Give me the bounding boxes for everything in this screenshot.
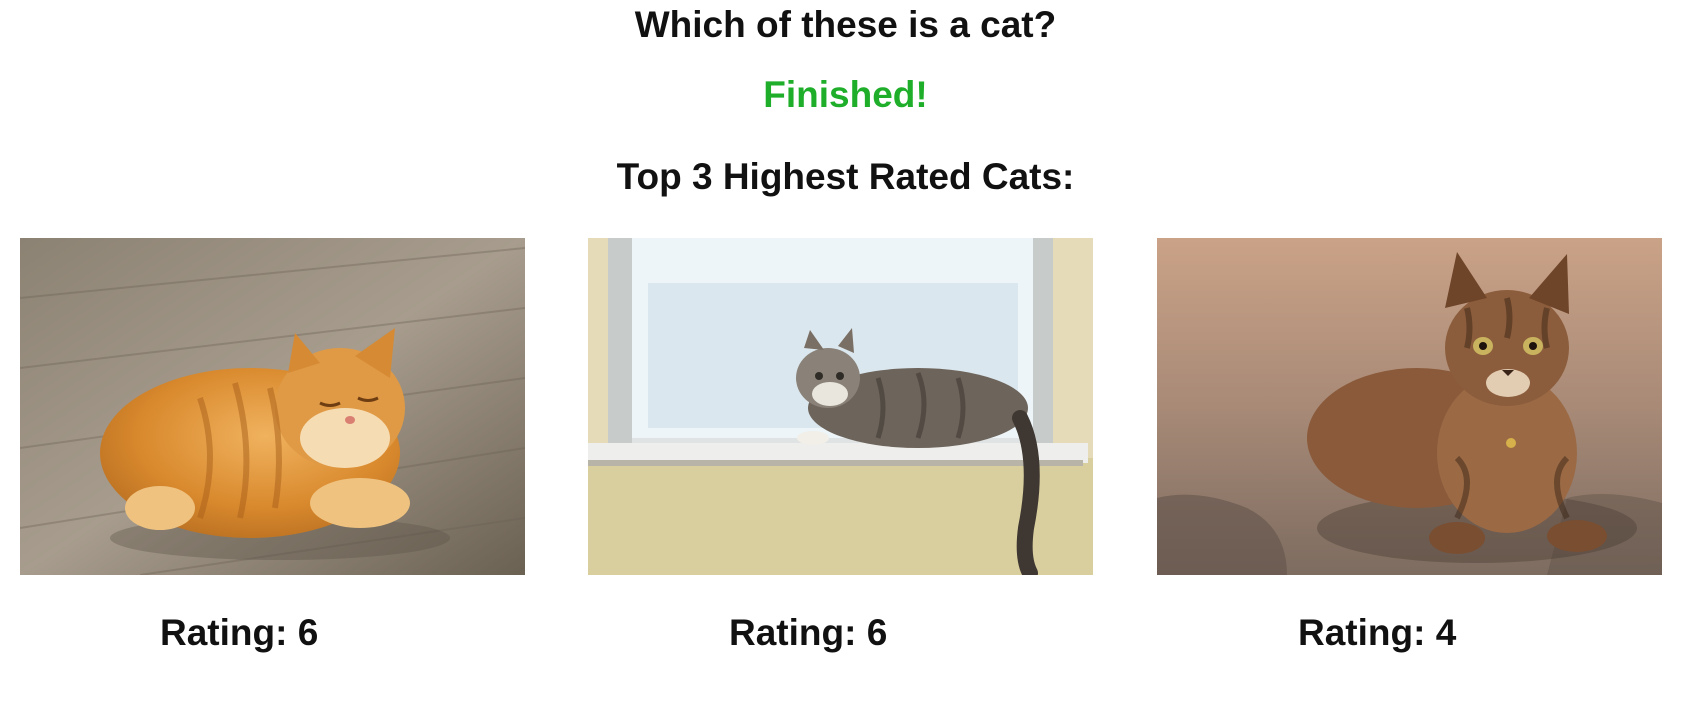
- rating-value: 4: [1435, 612, 1457, 653]
- rating-text: Rating:: [160, 612, 288, 653]
- kitten-picture: [1157, 238, 1662, 575]
- orange-cat-picture: [20, 238, 525, 575]
- status-message: Finished!: [763, 74, 928, 115]
- rating-value: 6: [297, 612, 319, 653]
- rating-label-1: Rating: 6: [160, 612, 318, 654]
- rating-text: Rating:: [1298, 612, 1426, 653]
- cat-image-2[interactable]: [588, 238, 1093, 575]
- cat-image-3[interactable]: [1157, 238, 1662, 575]
- top-cats-heading: Top 3 Highest Rated Cats:: [616, 156, 1075, 197]
- window-cat-picture: [588, 238, 1093, 575]
- rating-label-3: Rating: 4: [1298, 612, 1456, 654]
- rating-text: Rating:: [729, 612, 857, 653]
- question-heading: Which of these is a cat?: [634, 4, 1057, 45]
- cat-image-1[interactable]: [20, 238, 525, 575]
- rating-label-2: Rating: 6: [729, 612, 887, 654]
- rating-value: 6: [866, 612, 888, 653]
